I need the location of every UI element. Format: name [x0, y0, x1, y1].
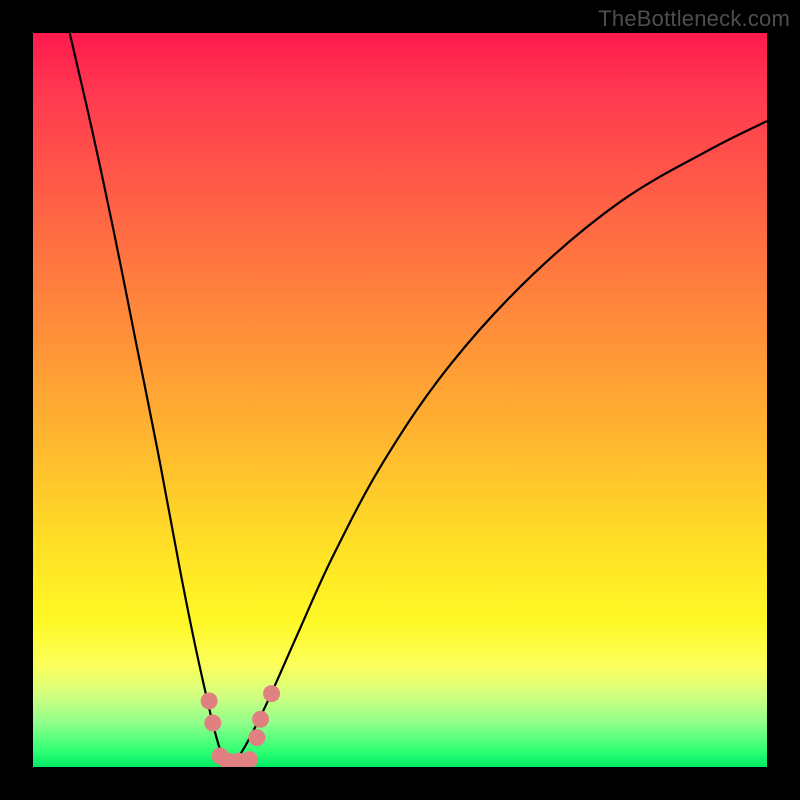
chart-frame: TheBottleneck.com — [0, 0, 800, 800]
data-marker — [204, 714, 221, 731]
data-marker — [201, 692, 218, 709]
curve-layer — [33, 33, 767, 767]
left-curve — [70, 33, 231, 767]
right-curve — [231, 121, 767, 767]
watermark-text: TheBottleneck.com — [598, 6, 790, 32]
data-marker — [248, 729, 265, 746]
data-markers — [201, 685, 280, 767]
data-marker — [252, 711, 269, 728]
plot-area — [33, 33, 767, 767]
data-marker — [263, 685, 280, 702]
data-marker — [241, 751, 258, 767]
